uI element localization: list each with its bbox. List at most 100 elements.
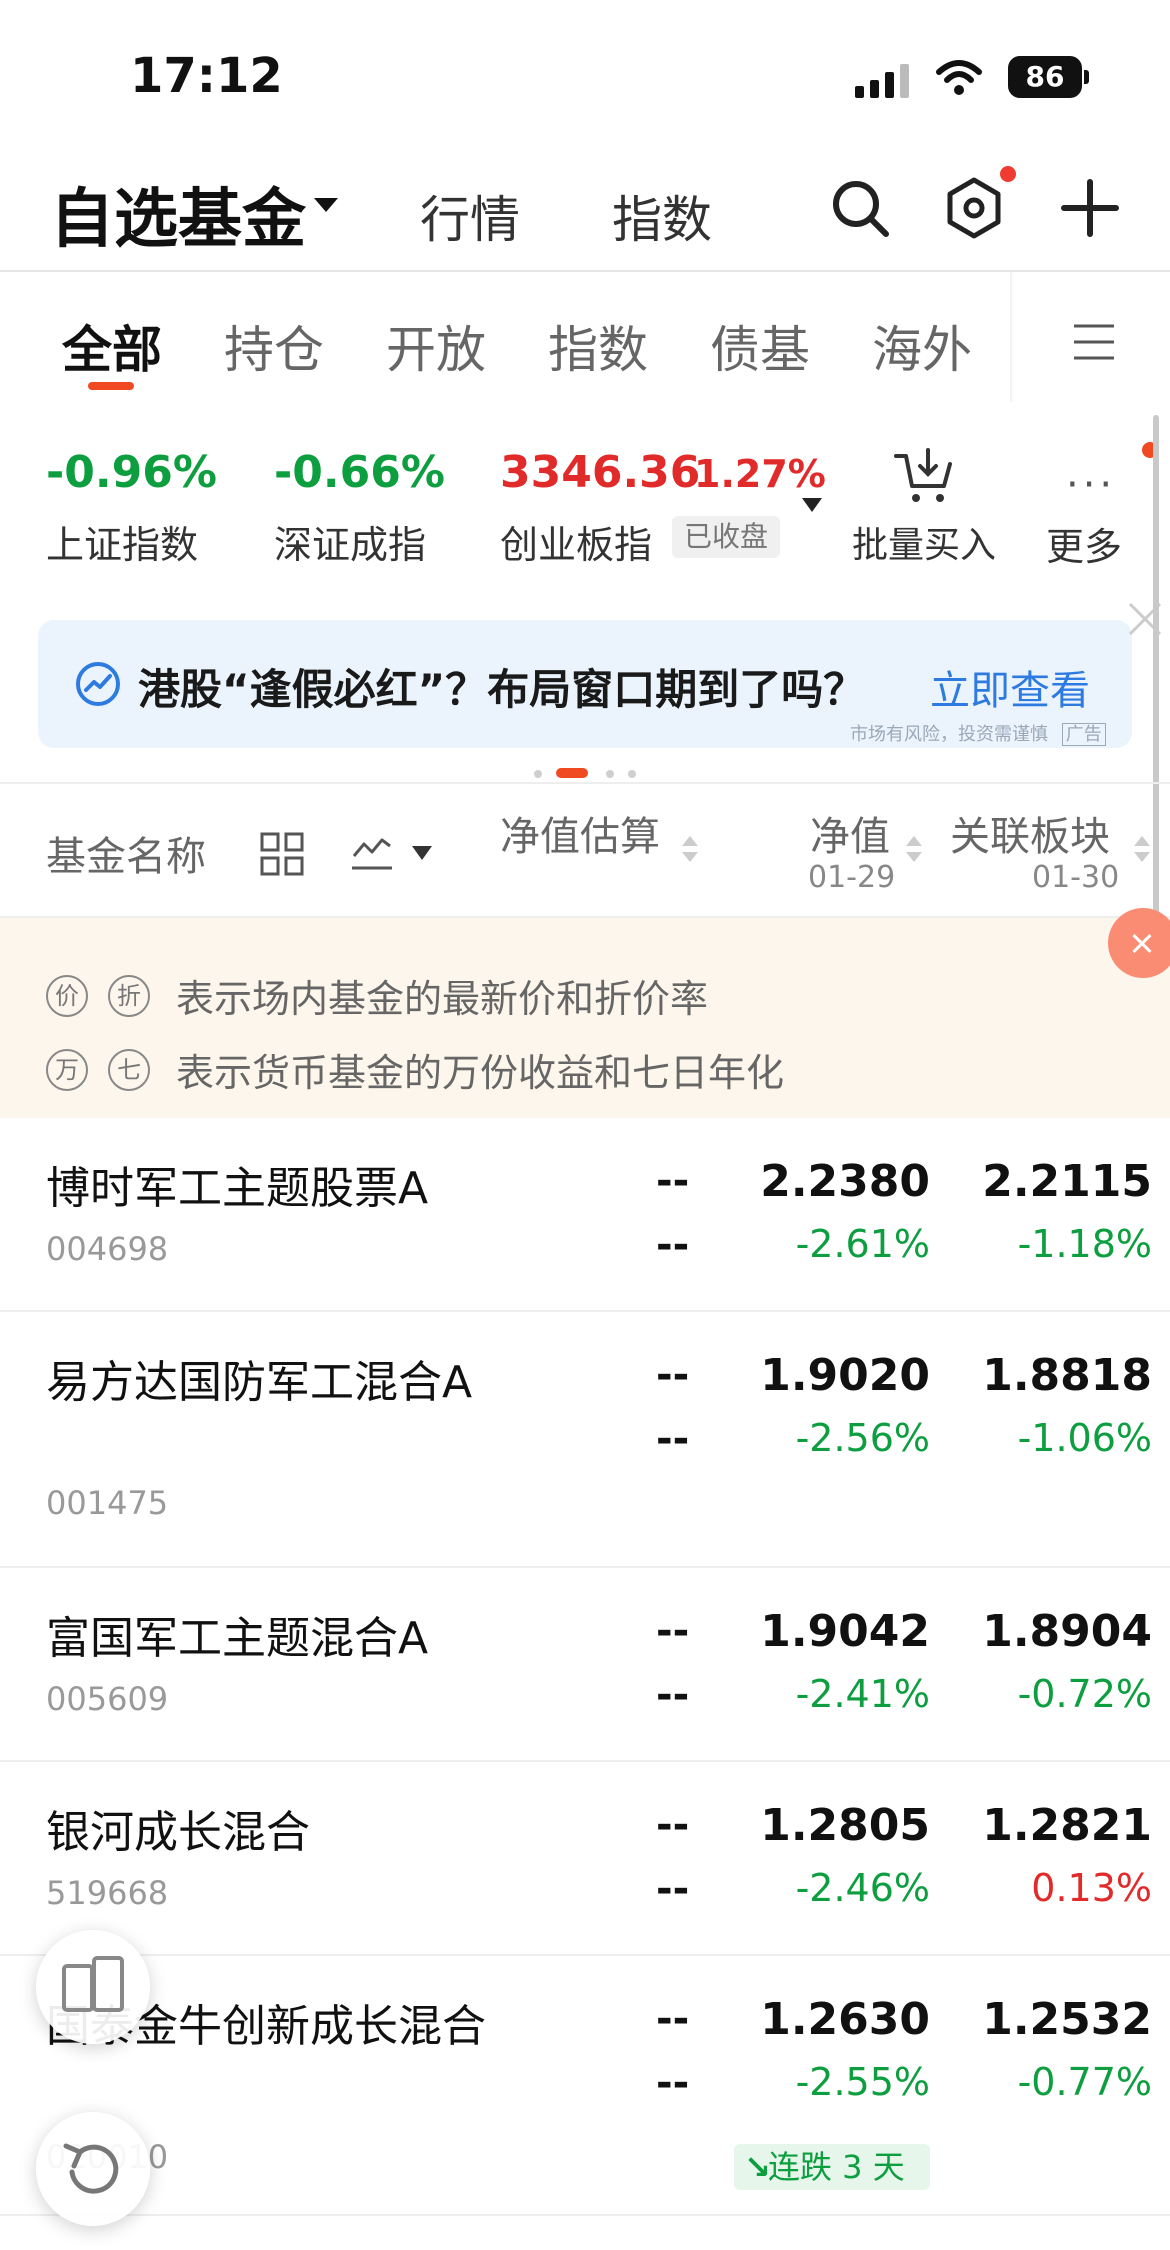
- seven-day-badge-icon: 七: [108, 1048, 150, 1091]
- fund-estimate-change: --: [656, 1222, 690, 1268]
- fund-nav-change: -2.55%: [795, 2060, 930, 2104]
- ad-tag: 广告: [1061, 723, 1106, 746]
- table-row[interactable]: 博时军工主题股票A 004698 -- -- 2.2380 -2.61% 2.2…: [0, 1118, 1170, 1312]
- notice-row-1: 价折表示场内基金的最新价和折价率: [46, 968, 708, 1023]
- cellular-signal-icon: [855, 64, 909, 98]
- nav-sort-icon[interactable]: [906, 836, 922, 864]
- nav-index[interactable]: 指数: [612, 180, 712, 252]
- fund-name: 易方达国防军工混合A: [46, 1357, 473, 1408]
- banner-carousel-dots: [530, 768, 640, 778]
- refresh-button[interactable]: [36, 2112, 150, 2226]
- fund-code: 005609: [46, 1680, 169, 1718]
- fund-related-change: -1.06%: [1017, 1416, 1152, 1460]
- tab-overseas[interactable]: 海外: [872, 310, 972, 382]
- notification-dot: [1000, 166, 1016, 182]
- fund-related-change: -0.77%: [1017, 2060, 1152, 2104]
- notice-text-2: 表示货币基金的万份收益和七日年化: [176, 1051, 785, 1095]
- promo-banner[interactable]: 港股“逢假必红”？布局窗口期到了吗？ 立即查看 市场有风险，投资需谨慎 广告: [38, 620, 1132, 748]
- nav-market[interactable]: 行情: [420, 180, 520, 252]
- market-closed-badge: 已收盘: [672, 516, 781, 558]
- streak-text: 连跌 3 天: [768, 2148, 905, 2186]
- index-sh-change[interactable]: -0.96%: [46, 447, 217, 498]
- fund-table-header: 基金名称 净值估算 净值 01-29 关联板块 01-30: [0, 782, 1170, 918]
- more-label[interactable]: 更多: [1046, 516, 1122, 571]
- notice-close-icon[interactable]: [1108, 908, 1170, 978]
- fund-related-change: 0.13%: [1031, 1866, 1152, 1910]
- banner-view-link[interactable]: 立即查看: [930, 658, 1090, 716]
- column-nav[interactable]: 净值: [810, 804, 890, 862]
- column-related[interactable]: 关联板块: [950, 804, 1110, 862]
- banner-disclaimer: 市场有风险，投资需谨慎 广告: [850, 720, 1106, 746]
- fund-estimate: --: [656, 1802, 690, 1848]
- wifi-icon: [936, 60, 982, 95]
- related-date: 01-30: [1032, 860, 1120, 895]
- index-sh-name[interactable]: 上证指数: [46, 514, 198, 569]
- chart-view-icon[interactable]: [350, 832, 394, 872]
- market-indices: -0.96% 上证指数 -0.66% 深证成指 3346.36 1.27% 创业…: [0, 402, 1170, 602]
- app-header: 自选基金 行情 指数: [0, 150, 1170, 272]
- index-dropdown-icon[interactable]: [802, 498, 822, 512]
- fund-nav: 1.2630: [760, 1994, 930, 2045]
- split-screen-icon: [62, 1956, 124, 2012]
- tab-bond[interactable]: 债基: [710, 310, 810, 382]
- fund-estimate-change: --: [656, 2060, 690, 2106]
- fund-nav-change: -2.46%: [795, 1866, 930, 1910]
- menu-icon[interactable]: [1072, 322, 1116, 362]
- status-time: 17:12: [130, 48, 283, 104]
- related-sort-icon[interactable]: [1134, 836, 1150, 864]
- title-dropdown-icon[interactable]: [314, 198, 338, 212]
- fund-nav: 2.2380: [760, 1156, 930, 1207]
- down-arrow-icon: ↘: [744, 2148, 771, 2186]
- batch-buy-label[interactable]: 批量买入: [852, 516, 996, 568]
- banner-text: 港股“逢假必红”？布局窗口期到了吗？: [138, 665, 866, 714]
- fund-related-change: -1.18%: [1017, 1222, 1152, 1266]
- trend-chart-icon: [76, 662, 120, 706]
- table-row[interactable]: 银河成长混合 519668 -- -- 1.2805 -2.46% 1.2821…: [0, 1762, 1170, 1956]
- active-tab-indicator: [88, 382, 134, 390]
- fund-name: 博时军工主题股票A: [46, 1163, 429, 1214]
- column-estimate[interactable]: 净值估算: [500, 804, 660, 862]
- grid-view-icon[interactable]: [260, 832, 304, 876]
- fund-nav-change: -2.56%: [795, 1416, 930, 1460]
- table-row[interactable]: 富国军工主题混合A 005609 -- -- 1.9042 -2.41% 1.8…: [0, 1568, 1170, 1762]
- tab-all[interactable]: 全部: [62, 310, 162, 382]
- battery-level: 86: [1008, 56, 1082, 98]
- losing-streak-badge: ↘连跌 3 天: [734, 2144, 930, 2190]
- index-sz-change[interactable]: -0.66%: [274, 447, 445, 498]
- more-dots-icon[interactable]: ···: [1066, 462, 1116, 508]
- fund-estimate: --: [656, 1996, 690, 2042]
- discount-badge-icon: 折: [108, 974, 150, 1017]
- ten-thousand-badge-icon: 万: [46, 1048, 88, 1091]
- batch-buy-cart-icon[interactable]: [892, 446, 956, 506]
- index-gem-value[interactable]: 3346.36: [500, 447, 700, 498]
- fund-name: 富国军工主题混合A: [46, 1613, 429, 1664]
- page-title[interactable]: 自选基金: [50, 168, 306, 260]
- category-tabs: 全部 持仓 开放 指数 债基 海外: [0, 272, 1170, 402]
- index-gem-name[interactable]: 创业板指: [500, 514, 652, 569]
- price-badge-icon: 价: [46, 974, 88, 1017]
- table-row[interactable]: 易方达国防军工混合A 001475 -- -- 1.9020 -2.56% 1.…: [0, 1312, 1170, 1568]
- add-icon[interactable]: [1058, 176, 1122, 240]
- tab-index[interactable]: 指数: [548, 310, 648, 382]
- column-fund-name: 基金名称: [46, 834, 206, 880]
- fund-nav-change: -2.61%: [795, 1222, 930, 1266]
- search-icon[interactable]: [828, 176, 892, 240]
- fund-related: 2.2115: [982, 1156, 1152, 1207]
- fund-nav: 1.9042: [760, 1606, 930, 1657]
- fund-estimate: --: [656, 1158, 690, 1204]
- chart-dropdown-icon[interactable]: [412, 846, 432, 860]
- tab-holdings[interactable]: 持仓: [224, 310, 324, 382]
- settings-hexagon-icon[interactable]: [942, 176, 1006, 240]
- estimate-sort-icon[interactable]: [682, 836, 698, 864]
- table-row[interactable]: 国泰金牛创新成长混合 020010 -- -- 1.2630 -2.55% 1.…: [0, 1956, 1170, 2216]
- tab-open[interactable]: 开放: [386, 310, 486, 382]
- notice-text-1: 表示场内基金的最新价和折价率: [176, 977, 709, 1021]
- fund-related: 1.2821: [982, 1800, 1152, 1851]
- fund-related-change: -0.72%: [1017, 1672, 1152, 1716]
- index-sz-name[interactable]: 深证成指: [274, 514, 426, 569]
- banner-close-icon[interactable]: [1124, 598, 1166, 640]
- fund-nav: 1.9020: [760, 1350, 930, 1401]
- index-gem-change[interactable]: 1.27%: [694, 452, 826, 496]
- battery-icon: 86: [1008, 56, 1089, 98]
- split-screen-button[interactable]: [36, 1930, 150, 2044]
